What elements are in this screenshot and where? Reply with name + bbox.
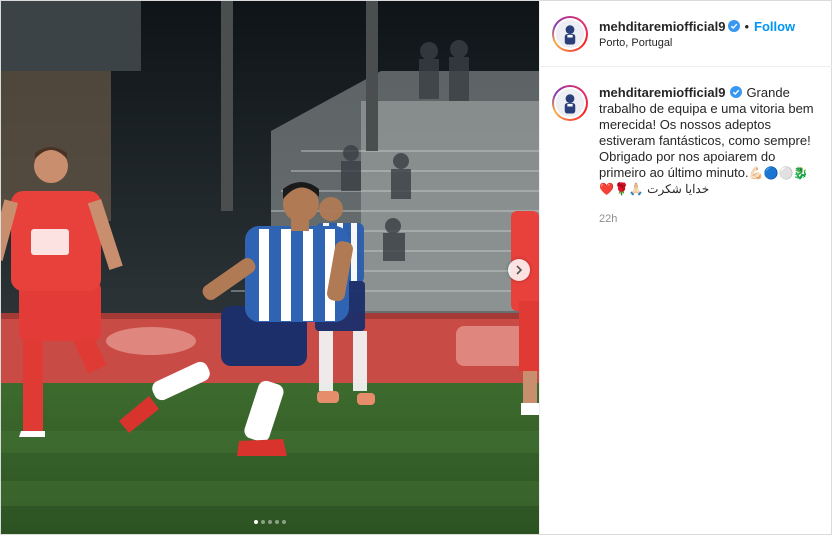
caption-avatar[interactable] — [552, 85, 588, 121]
caption-username[interactable]: mehditaremiofficial9 — [599, 85, 725, 100]
post-header: mehditaremiofficial9 • Follow Porto, Por… — [540, 1, 832, 67]
carousel-indicator — [1, 520, 539, 524]
post-photo[interactable] — [1, 1, 539, 534]
caption-emojis-1: 💪🏻🔵⚪🐉 — [748, 166, 809, 180]
header-username[interactable]: mehditaremiofficial9 — [599, 19, 725, 34]
avatar-image — [556, 89, 584, 117]
carousel-dot — [282, 520, 286, 524]
header-separator: • — [744, 18, 749, 34]
post-location[interactable]: Porto, Portugal — [599, 37, 795, 49]
caption-comment: mehditaremiofficial9 Grande trabalho de e… — [552, 85, 824, 227]
carousel-dot — [261, 520, 265, 524]
football-match-photo — [1, 1, 539, 534]
carousel-dot — [254, 520, 258, 524]
post-side-panel: mehditaremiofficial9 • Follow Porto, Por… — [539, 1, 832, 534]
avatar-image — [556, 19, 584, 48]
follow-button[interactable]: Follow — [754, 19, 795, 34]
avatar[interactable] — [552, 15, 588, 52]
verified-badge-icon — [728, 20, 741, 32]
carousel-dot — [275, 520, 279, 524]
instagram-post: mehditaremiofficial9 • Follow Porto, Por… — [0, 0, 832, 535]
post-timestamp[interactable]: 22h — [599, 211, 821, 227]
chevron-right-icon — [516, 265, 523, 275]
verified-badge-icon — [730, 86, 743, 98]
carousel-next-button[interactable] — [508, 259, 530, 281]
carousel-dot — [268, 520, 272, 524]
caption-emojis-2: ❤️🌹🙏🏻 خدایا شکرت — [599, 182, 710, 196]
